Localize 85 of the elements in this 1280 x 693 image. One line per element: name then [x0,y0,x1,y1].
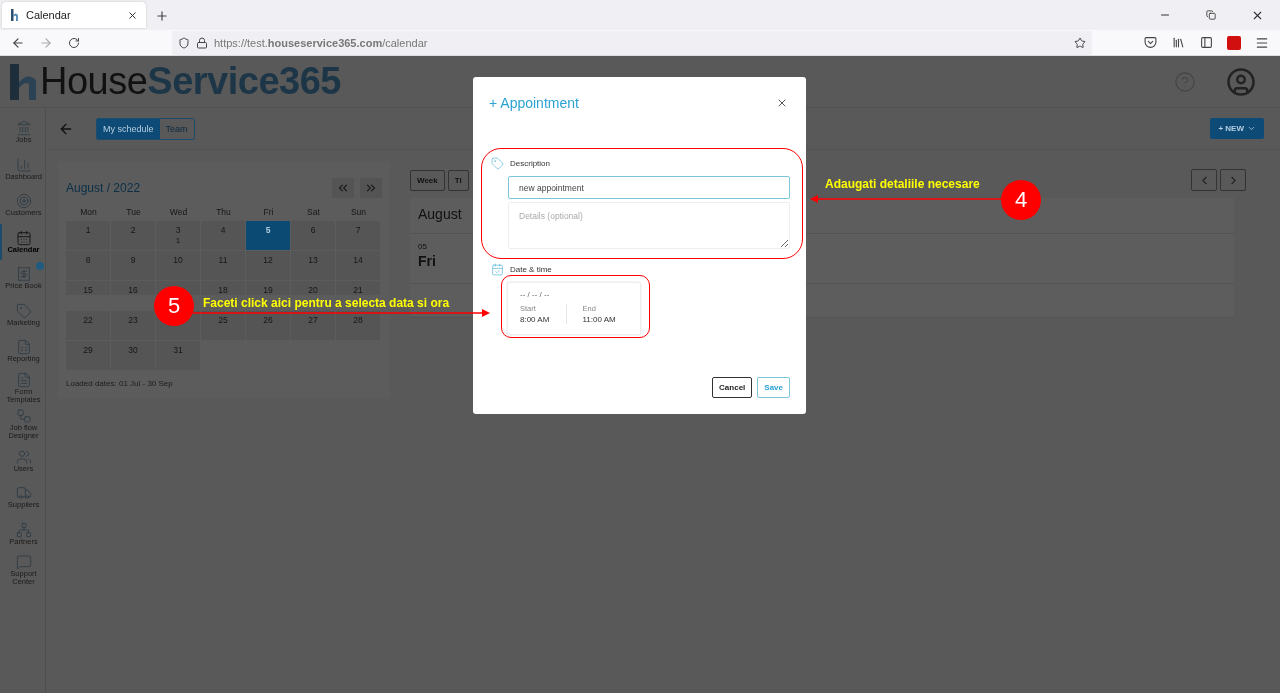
double-chevron-right-icon [364,181,378,195]
day-cell[interactable]: 20 [291,281,335,295]
weekday-label: Sat [306,206,321,219]
day-cell[interactable]: 28 [336,311,380,340]
sidebar-icon[interactable] [1199,36,1213,49]
view-button[interactable]: Week [410,169,445,191]
field-label: Date & time [510,265,552,274]
weekday-label: Mon [79,206,98,219]
day-cell[interactable]: 15 [66,281,110,295]
day-cell[interactable]: 21 [336,281,380,295]
tag-icon [491,157,504,170]
logo-text: HouseService365 [40,60,341,103]
target-icon [15,193,32,210]
weekday-label: Thu [215,206,232,219]
truck-icon [15,485,32,502]
browser-tab[interactable]: Calendar [2,2,146,28]
day-cell[interactable]: 25 [201,311,245,340]
cancel-button[interactable]: Cancel [712,377,753,398]
callout-label: Adaugati detaliile necesare [825,177,980,191]
close-icon[interactable] [127,9,138,21]
view-tab[interactable]: My schedule [97,118,160,139]
day-cell[interactable]: 22 [66,311,110,340]
day-cell[interactable]: 12 [246,251,290,280]
new-tab-icon[interactable] [155,9,169,23]
day-cell[interactable]: 10 [156,251,200,280]
day-cell[interactable]: 18 [201,281,245,295]
address-bar[interactable]: https://test.houseservice365.com/calendar [172,30,1092,55]
avatar-icon[interactable] [1226,66,1256,97]
pocket-icon[interactable] [1143,36,1157,49]
description-field[interactable]: new appointment [508,176,790,199]
day-cell[interactable]: 29 [66,341,110,370]
day-cell[interactable]: 5 [246,221,290,250]
close-icon[interactable] [776,97,788,109]
weekday-label: Tue [125,206,142,219]
workflow-icon [15,408,32,425]
spreadsheet-icon [15,339,32,356]
back-icon[interactable] [11,35,25,50]
day-cell[interactable]: 27 [291,311,335,340]
day-cell[interactable]: 23 [111,311,155,340]
day-cell[interactable]: 7 [336,221,380,250]
bank-icon [15,120,32,137]
restore-icon[interactable] [1206,10,1216,20]
day-cell[interactable]: 14 [336,251,380,280]
day-cell[interactable]: 1 [66,221,110,250]
calendar-icon [15,229,32,246]
day-cell[interactable]: 31 [156,341,200,370]
weekday-label: Wed [168,206,189,219]
url-text: https://test.houseservice365.com/calendar [214,36,428,49]
bar-chart-icon [15,156,32,173]
calendar-icon [491,263,504,276]
day-cell[interactable]: 26 [246,311,290,340]
day-number: 05 [418,242,427,251]
network-icon [15,521,32,538]
dialog-title: + Appointment [489,95,579,111]
star-icon[interactable] [1074,36,1086,49]
double-chevron-left-icon [336,181,350,195]
extension-icon[interactable] [1227,35,1241,50]
month-label: August [418,206,462,222]
shield-icon [178,36,190,49]
step-badge-tooltip: 4 [1001,180,1041,220]
day-cell[interactable]: 16 [111,281,155,295]
details-field[interactable]: Details (optional) [508,202,790,249]
view-button[interactable]: Ti [447,169,469,191]
field-label: Description [510,159,550,168]
receipt-icon [15,266,32,283]
logo-icon [10,9,20,21]
reload-icon[interactable] [68,36,80,49]
menu-icon[interactable] [1255,35,1269,50]
save-button[interactable]: Save [757,377,790,398]
new-button[interactable]: + NEW [1210,118,1264,139]
lock-icon [196,36,208,49]
day-cell[interactable]: 19 [246,281,290,295]
callout-label: Faceti click aici pentru a selecta data si ora [203,296,450,310]
month-title: August / 2022 [66,181,142,195]
day-cell[interactable]: 11 [201,251,245,280]
library-icon[interactable] [1171,36,1185,49]
caret-icon [1247,124,1256,133]
day-name: Fri [418,253,436,269]
help-message-icon [15,554,32,571]
users-icon [15,448,32,465]
plus-badge [36,262,44,270]
document-icon [15,371,32,388]
tag-icon [15,302,32,319]
view-tab[interactable]: Team [159,118,194,139]
day-cell[interactable]: 13 [291,251,335,280]
